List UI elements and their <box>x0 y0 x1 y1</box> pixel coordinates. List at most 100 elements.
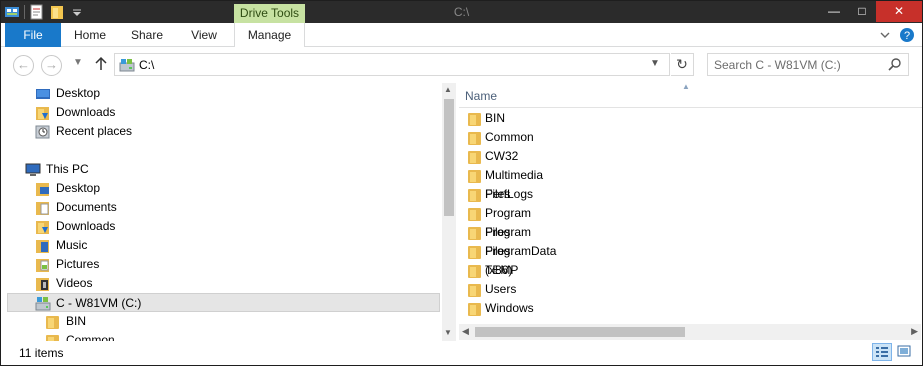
drive-icon <box>35 296 51 312</box>
documents-folder-icon <box>35 200 51 216</box>
forward-button[interactable]: → <box>41 55 62 76</box>
tree-item-label: Common <box>66 333 115 341</box>
large-icons-view-button[interactable] <box>895 343 915 361</box>
title-bar: Drive Tools C:\ — □ ✕ <box>1 1 922 23</box>
minimize-button[interactable]: — <box>820 1 848 22</box>
file-name: Common <box>485 130 534 144</box>
scrollbar-thumb[interactable] <box>475 327 685 337</box>
tree-item-label: Downloads <box>56 219 116 233</box>
back-arrow-icon: ← <box>17 57 30 72</box>
folder-icon <box>45 333 61 341</box>
tree-item-downloads[interactable]: Downloads <box>35 103 235 122</box>
music-folder-icon <box>35 238 51 254</box>
window-controls: — □ ✕ <box>820 1 922 22</box>
tree-item-music[interactable]: Music <box>35 236 235 255</box>
column-header-row: ▲ Name <box>459 83 922 108</box>
up-button[interactable] <box>94 55 108 73</box>
tree-item-label: This PC <box>46 162 89 176</box>
file-name: BIN <box>485 111 506 125</box>
column-header-name[interactable]: Name <box>465 89 497 103</box>
navigation-pane: Desktop Downloads Recent places This PC … <box>1 83 442 341</box>
tree-item-downloads-pc[interactable]: Downloads <box>35 217 235 236</box>
recent-places-icon <box>35 124 51 140</box>
scroll-right-icon[interactable]: ▶ <box>911 326 918 337</box>
forward-arrow-icon: → <box>45 57 58 72</box>
folder-icon <box>45 314 61 330</box>
close-button[interactable]: ✕ <box>876 1 922 22</box>
folder-icon <box>467 168 483 184</box>
recent-locations-dropdown[interactable]: ▼ <box>73 57 83 68</box>
tab-file[interactable]: File <box>5 23 61 47</box>
folder-icon <box>467 111 483 127</box>
folder-icon <box>467 301 483 317</box>
back-button[interactable]: ← <box>13 55 34 76</box>
downloads-folder-icon <box>35 219 51 235</box>
folder-icon <box>467 244 483 260</box>
refresh-button[interactable]: ↻ <box>671 53 694 76</box>
folder-icon <box>467 149 483 165</box>
search-icon[interactable] <box>888 57 902 71</box>
explorer-window: Drive Tools C:\ — □ ✕ File Home Share Vi… <box>0 0 923 366</box>
folder-icon <box>467 282 483 298</box>
tab-view[interactable]: View <box>176 23 232 47</box>
tree-item-label: BIN <box>66 314 87 328</box>
tree-item-label: Downloads <box>56 105 116 119</box>
expand-ribbon-icon[interactable] <box>877 27 893 43</box>
tree-item-this-pc[interactable]: This PC <box>25 160 225 179</box>
tab-home[interactable]: Home <box>62 23 118 47</box>
folder-icon <box>467 206 483 222</box>
tree-item-documents[interactable]: Documents <box>35 198 235 217</box>
svg-text:?: ? <box>904 30 910 42</box>
tree-item-label: C - W81VM (C:) <box>56 296 142 310</box>
horizontal-scrollbar[interactable]: ◀ ▶ <box>459 324 921 340</box>
scrollbar-thumb[interactable] <box>444 99 454 216</box>
pictures-folder-icon <box>35 257 51 273</box>
tree-item-c-drive[interactable]: C - W81VM (C:) <box>7 293 440 312</box>
details-view-icon <box>876 347 888 357</box>
minimize-icon: — <box>828 4 840 18</box>
tree-item-common[interactable]: Common <box>45 331 245 341</box>
scroll-left-icon[interactable]: ◀ <box>462 326 469 337</box>
navigation-pane-scrollbar[interactable]: ▲ ▼ <box>442 83 456 341</box>
folder-icon <box>467 187 483 203</box>
tree-item-recent-places[interactable]: Recent places <box>35 122 235 141</box>
tab-share[interactable]: Share <box>119 23 175 47</box>
tree-item-desktop[interactable]: Desktop <box>35 84 235 103</box>
tab-manage[interactable]: Manage <box>234 23 305 47</box>
help-icon[interactable]: ? <box>899 27 915 43</box>
file-name: PerfLogs <box>485 187 534 201</box>
tree-item-pictures[interactable]: Pictures <box>35 255 235 274</box>
desktop-icon <box>35 86 51 102</box>
tree-item-label: Music <box>56 238 88 252</box>
downloads-folder-icon <box>35 105 51 121</box>
tree-item-label: Desktop <box>56 181 101 195</box>
tree-item-label: Pictures <box>56 257 100 271</box>
maximize-icon: □ <box>858 4 866 18</box>
address-path: C:\ <box>139 58 155 72</box>
scroll-up-icon[interactable]: ▲ <box>444 85 452 94</box>
file-list-pane: ▲ Name BIN Common CW32 Multimedia Files Perf… <box>459 83 922 341</box>
up-arrow-icon <box>95 56 107 70</box>
file-name: TEMP <box>485 263 519 277</box>
tree-item-bin[interactable]: BIN <box>45 312 245 331</box>
address-dropdown-icon[interactable]: ▼ <box>650 58 660 69</box>
details-view-button[interactable] <box>872 343 892 361</box>
tree-item-label: Videos <box>56 276 93 290</box>
tree-item-videos[interactable]: Videos <box>35 274 235 293</box>
folder-icon <box>467 263 483 279</box>
search-box[interactable] <box>707 53 909 76</box>
window-title: C:\ <box>453 5 470 19</box>
sort-ascending-icon: ▲ <box>682 83 690 91</box>
refresh-icon: ↻ <box>676 56 688 72</box>
large-icons-view-icon <box>897 345 911 357</box>
search-input[interactable] <box>714 57 884 72</box>
tree-item-label: Documents <box>56 200 117 214</box>
navigation-bar: ← → ▼ C:\ ▼ ↻ <box>1 48 922 81</box>
scroll-down-icon[interactable]: ▼ <box>444 328 452 337</box>
tree-item-desktop-pc[interactable]: Desktop <box>35 179 235 198</box>
tree-item-label: Desktop <box>56 86 101 100</box>
maximize-button[interactable]: □ <box>848 1 876 22</box>
address-bar[interactable]: C:\ ▼ <box>114 53 670 76</box>
computer-icon <box>25 162 41 178</box>
desktop-folder-icon <box>35 181 51 197</box>
